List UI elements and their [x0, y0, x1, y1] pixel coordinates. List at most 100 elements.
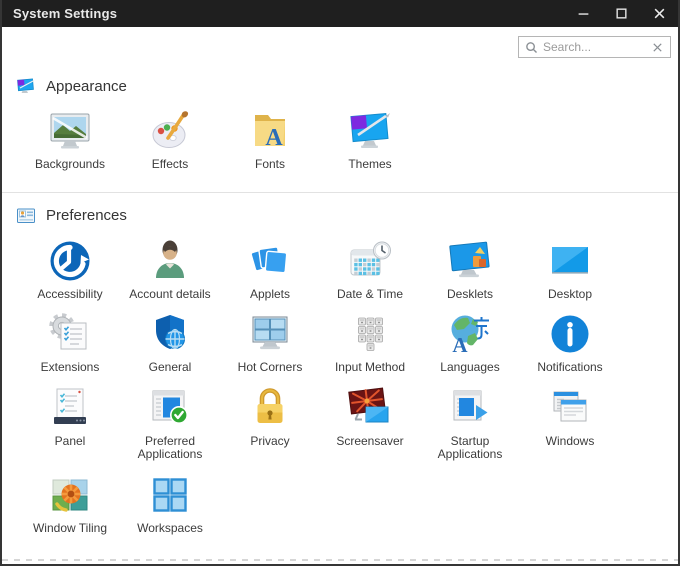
settings-item-label: Account details	[129, 288, 210, 302]
panel-icon	[46, 384, 94, 432]
accessibility-icon	[46, 237, 94, 285]
titlebar: System Settings	[2, 0, 678, 27]
settings-item-startup-applications[interactable]: Startup Applications	[420, 384, 520, 462]
settings-item-preferred-applications[interactable]: Preferred Applications	[120, 384, 220, 462]
settings-item-label: Fonts	[255, 158, 285, 172]
search-icon	[525, 41, 538, 54]
effects-icon	[146, 107, 194, 155]
settings-item-label: Languages	[440, 361, 499, 375]
settings-item-label: Input Method	[335, 361, 405, 375]
settings-item-label: Date & Time	[337, 288, 403, 302]
preferred-applications-icon	[146, 384, 194, 432]
settings-item-label: Window Tiling	[33, 522, 107, 536]
settings-item-desktop[interactable]: Desktop	[520, 237, 620, 302]
preferences-section-icon	[16, 206, 36, 226]
notifications-icon	[546, 310, 594, 358]
section-preferences: PreferencesAccessibilityAccount detailsA…	[2, 206, 678, 545]
settings-item-desklets[interactable]: Desklets	[420, 237, 520, 302]
settings-item-label: Windows	[546, 435, 595, 449]
settings-item-label: Desktop	[548, 288, 592, 302]
desklets-icon	[446, 237, 494, 285]
settings-item-label: Extensions	[41, 361, 100, 375]
settings-item-label: Accessibility	[37, 288, 102, 302]
account-details-icon	[146, 237, 194, 285]
section-title: Appearance	[46, 78, 127, 95]
settings-item-label: Preferred Applications	[122, 435, 218, 462]
settings-item-backgrounds[interactable]: Backgrounds	[20, 107, 120, 172]
maximize-button[interactable]	[602, 0, 640, 27]
hot-corners-icon	[246, 310, 294, 358]
minimize-icon	[577, 7, 590, 20]
grid-preferences: Accessibility Account details Applets Date …	[20, 237, 626, 545]
settings-item-label: Effects	[152, 158, 188, 172]
search-clear-icon[interactable]	[651, 41, 664, 54]
settings-item-notifications[interactable]: Notifications	[520, 310, 620, 375]
settings-item-accessibility[interactable]: Accessibility	[20, 237, 120, 302]
settings-item-label: Hot Corners	[238, 361, 303, 375]
settings-item-hot-corners[interactable]: Hot Corners	[220, 310, 320, 375]
section-header-preferences: Preferences	[16, 206, 678, 226]
languages-icon: A	[446, 310, 494, 358]
svg-text:A: A	[265, 125, 283, 151]
content-area: Appearance Backgrounds Effects A Fonts Themes…	[2, 27, 678, 564]
settings-item-label: Themes	[348, 158, 391, 172]
startup-applications-icon	[446, 384, 494, 432]
section-appearance: Appearance Backgrounds Effects A Fonts Themes	[2, 76, 678, 181]
bottom-overshoot-line	[2, 559, 678, 561]
general-icon	[146, 310, 194, 358]
svg-text:A: A	[452, 333, 468, 357]
settings-item-input-method[interactable]: Input Method	[320, 310, 420, 375]
search-input[interactable]	[543, 40, 646, 54]
settings-item-label: Desklets	[447, 288, 493, 302]
search-box[interactable]	[518, 36, 671, 58]
extensions-icon	[46, 310, 94, 358]
desktop-icon	[546, 237, 594, 285]
backgrounds-icon	[46, 107, 94, 155]
settings-item-label: Panel	[55, 435, 86, 449]
settings-item-languages[interactable]: A Languages	[420, 310, 520, 375]
settings-item-window-tiling[interactable]: Window Tiling	[20, 471, 120, 536]
section-divider	[2, 192, 678, 193]
settings-item-themes[interactable]: Themes	[320, 107, 420, 172]
privacy-icon	[246, 384, 294, 432]
settings-item-label: General	[149, 361, 192, 375]
settings-item-privacy[interactable]: Privacy	[220, 384, 320, 462]
windows-icon	[546, 384, 594, 432]
window-title: System Settings	[2, 6, 117, 21]
settings-item-windows[interactable]: Windows	[520, 384, 620, 462]
minimize-button[interactable]	[564, 0, 602, 27]
settings-item-workspaces[interactable]: Workspaces	[120, 471, 220, 536]
settings-item-date-time[interactable]: Date & Time	[320, 237, 420, 302]
settings-item-label: Notifications	[537, 361, 602, 375]
maximize-icon	[615, 7, 628, 20]
system-settings-window: System Settings Appearance Backgrounds Eff…	[0, 0, 680, 566]
fonts-icon: A	[246, 107, 294, 155]
settings-item-label: Applets	[250, 288, 290, 302]
section-header-appearance: Appearance	[16, 76, 678, 96]
settings-item-label: Backgrounds	[35, 158, 105, 172]
workspaces-icon	[146, 471, 194, 519]
grid-appearance: Backgrounds Effects A Fonts Themes	[20, 107, 626, 181]
settings-item-effects[interactable]: Effects	[120, 107, 220, 172]
section-title: Preferences	[46, 207, 127, 224]
settings-item-applets[interactable]: Applets	[220, 237, 320, 302]
settings-item-label: Privacy	[250, 435, 289, 449]
settings-item-extensions[interactable]: Extensions	[20, 310, 120, 375]
appearance-section-icon	[16, 76, 36, 96]
settings-item-panel[interactable]: Panel	[20, 384, 120, 462]
settings-item-screensaver[interactable]: Screensaver	[320, 384, 420, 462]
sections: Appearance Backgrounds Effects A Fonts Themes…	[2, 76, 678, 544]
screensaver-icon	[346, 384, 394, 432]
input-method-icon	[346, 310, 394, 358]
settings-item-account-details[interactable]: Account details	[120, 237, 220, 302]
date-time-icon	[346, 237, 394, 285]
close-icon	[653, 7, 666, 20]
settings-item-label: Workspaces	[137, 522, 203, 536]
themes-icon	[346, 107, 394, 155]
window-tiling-icon	[46, 471, 94, 519]
titlebar-buttons	[564, 0, 678, 27]
settings-item-label: Screensaver	[336, 435, 403, 449]
settings-item-general[interactable]: General	[120, 310, 220, 375]
settings-item-fonts[interactable]: A Fonts	[220, 107, 320, 172]
close-button[interactable]	[640, 0, 678, 27]
